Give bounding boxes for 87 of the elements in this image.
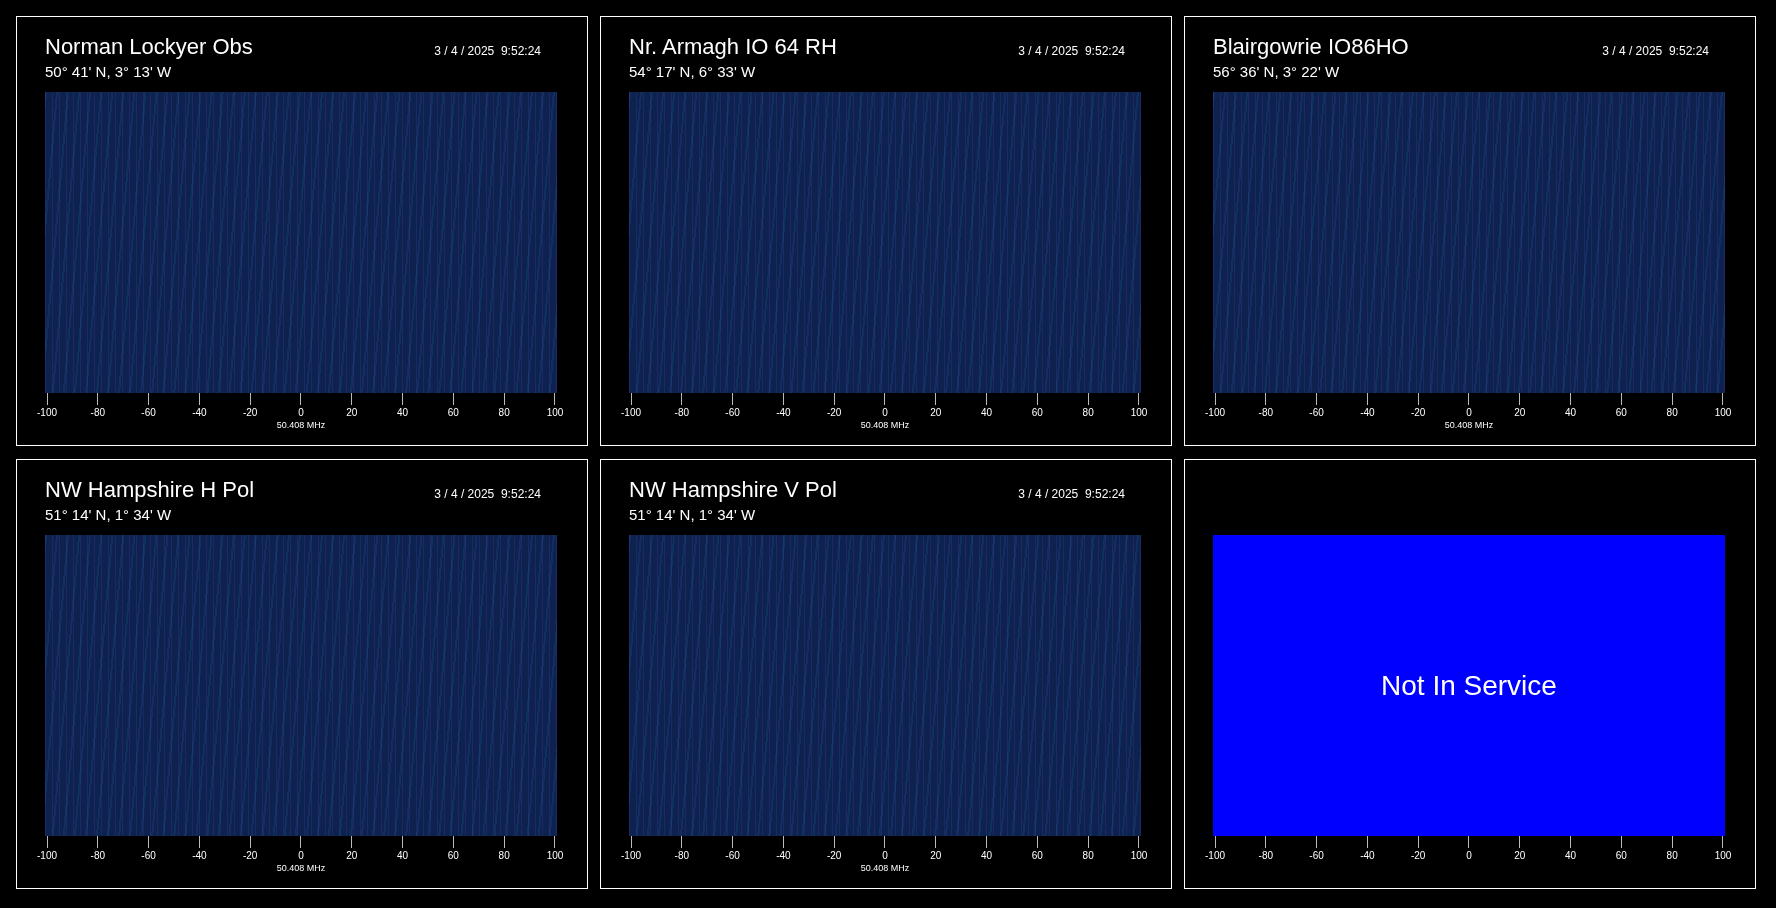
station-location: 56° 36' N, 3° 22' W (1213, 62, 1341, 82)
axis-tick-label: 0 (882, 407, 888, 418)
axis-tick-label: -60 (725, 407, 740, 418)
axis-tick-label: -100 (1205, 850, 1225, 861)
axis-tick-label: 80 (1082, 407, 1094, 418)
axis-tick-label: -40 (192, 850, 207, 861)
station-title: NW Hampshire H Pol (45, 477, 255, 503)
axis-tick-label: -20 (1410, 407, 1426, 418)
axis-tick-label: -60 (1309, 850, 1324, 861)
axis-tick-label: 20 (930, 407, 942, 418)
axis-tick-label: 100 (546, 407, 564, 418)
axis-tick-label: -100 (37, 850, 57, 861)
station-title: Blairgowrie IO86HO (1213, 34, 1409, 60)
axis-tick-label: 60 (1615, 850, 1627, 861)
axis-tick-label: 60 (1615, 407, 1627, 418)
axis-tick-label: 100 (1714, 850, 1732, 861)
axis-tick-label: 40 (1565, 407, 1577, 418)
axis-tick-label: -80 (90, 407, 105, 418)
axis-tick-label: 20 (930, 850, 942, 861)
axis-tick-label: -60 (1309, 407, 1324, 418)
axis-tick-label: -80 (90, 850, 105, 861)
axis-tick-label: 60 (447, 850, 459, 861)
axis-tick-label: 20 (346, 850, 358, 861)
station-location: 54° 17' N, 6° 33' W (629, 62, 757, 82)
axis-tick-label: 100 (1130, 407, 1148, 418)
axis-tick-label: 60 (1031, 407, 1043, 418)
axis-tick-label: -100 (1205, 407, 1225, 418)
axis-tick-label: 60 (447, 407, 459, 418)
station-location: 50° 41' N, 3° 13' W (45, 62, 173, 82)
axis-tick-label: 40 (397, 407, 409, 418)
axis-tick-label: 100 (1714, 407, 1732, 418)
axis-tick-label: 80 (1666, 407, 1678, 418)
timestamp: 3 / 4 / 2025 9:52:24 (1018, 43, 1125, 58)
axis-label: 50.408 MHz (860, 863, 910, 873)
axis-tick-label: 60 (1031, 850, 1043, 861)
axis-tick-label: -100 (621, 407, 641, 418)
axis-tick-label: 40 (1565, 850, 1577, 861)
axis-tick-label: -40 (1360, 850, 1375, 861)
axis-tick-label: -20 (242, 850, 258, 861)
axis-tick-label: 20 (346, 407, 358, 418)
axis-tick-label: -100 (621, 850, 641, 861)
axis-tick-label: -20 (826, 407, 842, 418)
timestamp: 3 / 4 / 2025 9:52:24 (434, 486, 541, 501)
timestamp: 3 / 4 / 2025 9:52:24 (434, 43, 541, 58)
axis-tick-label: 100 (1130, 850, 1148, 861)
station-location: 51° 14' N, 1° 34' W (629, 505, 757, 525)
axis-label: 50.408 MHz (860, 420, 910, 430)
axis-tick-label: -40 (776, 407, 791, 418)
axis-tick-label: 100 (546, 850, 564, 861)
axis-tick-label: -20 (242, 407, 258, 418)
axis-tick-label: 20 (1514, 407, 1526, 418)
axis-tick-label: 0 (298, 407, 304, 418)
axis-tick-label: 40 (981, 407, 993, 418)
axis-tick-label: -80 (1258, 850, 1273, 861)
axis-label: 50.408 MHz (1444, 420, 1494, 430)
axis-tick-label: 0 (298, 850, 304, 861)
axis-tick-label: -100 (37, 407, 57, 418)
axis-tick-label: 0 (1466, 407, 1472, 418)
axis-tick-label: -20 (826, 850, 842, 861)
axis-tick-label: -20 (1410, 850, 1426, 861)
axis-tick-label: -40 (1360, 407, 1375, 418)
axis-tick-label: 80 (1082, 850, 1094, 861)
axis-tick-label: -40 (192, 407, 207, 418)
axis-tick-label: 40 (981, 850, 993, 861)
axis-tick-label: 20 (1514, 850, 1526, 861)
axis-tick-label: -60 (141, 850, 156, 861)
axis-tick-label: 80 (1666, 850, 1678, 861)
axis-tick-label: -60 (141, 407, 156, 418)
station-title: Nr. Armagh IO 64 RH (629, 34, 837, 60)
axis-tick-label: -80 (1258, 407, 1273, 418)
station-location: 51° 14' N, 1° 34' W (45, 505, 173, 525)
axis-tick-label: -80 (674, 850, 689, 861)
axis-tick-label: 0 (882, 850, 888, 861)
axis-tick-label: -80 (674, 407, 689, 418)
axis-tick-label: -40 (776, 850, 791, 861)
axis-tick-label: 40 (397, 850, 409, 861)
axis-label: 50.408 MHz (276, 420, 326, 430)
status-message: Not In Service (1381, 669, 1557, 702)
station-title: NW Hampshire V Pol (629, 477, 837, 503)
timestamp: 3 / 4 / 2025 9:52:24 (1602, 43, 1709, 58)
axis-tick-label: -60 (725, 850, 740, 861)
axis-label: 50.408 MHz (276, 863, 326, 873)
axis-tick-label: 80 (498, 407, 510, 418)
axis-tick-label: 0 (1466, 850, 1472, 861)
axis-tick-label: 80 (498, 850, 510, 861)
timestamp: 3 / 4 / 2025 9:52:24 (1018, 486, 1125, 501)
station-title: Norman Lockyer Obs (45, 34, 253, 60)
